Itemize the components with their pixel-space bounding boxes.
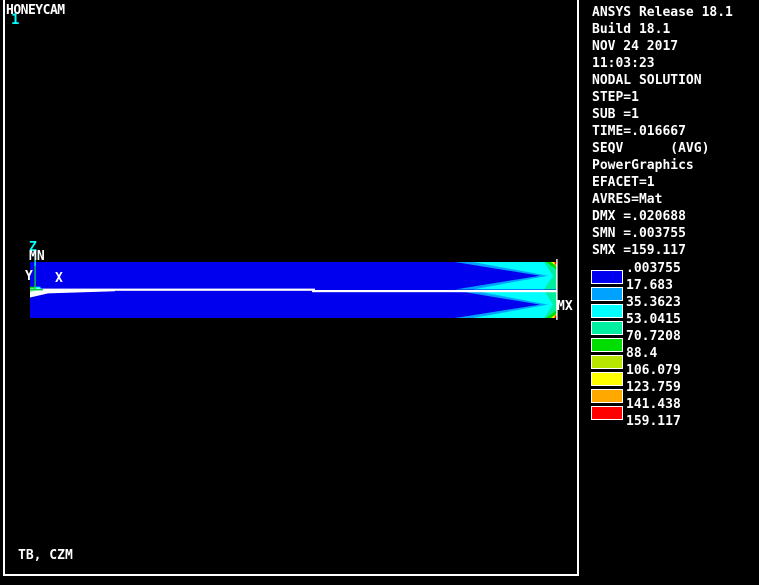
legend-value: 123.759: [626, 380, 681, 395]
legend-swatch: [591, 287, 623, 301]
legend-swatch: [591, 406, 623, 420]
legend-value: 70.7208: [626, 329, 681, 344]
legend-value: 53.0415: [626, 312, 681, 327]
info-line: NOV 24 2017: [592, 39, 679, 54]
info-line: ANSYS Release 18.1: [592, 5, 733, 20]
legend-value: 141.438: [626, 397, 681, 412]
info-line: Build 18.1: [592, 22, 671, 37]
info-line: TIME=.016667: [592, 124, 686, 139]
info-line: SMN =.003755: [592, 226, 686, 241]
info-line: EFACET=1: [592, 175, 655, 190]
legend-value: 106.079: [626, 363, 681, 378]
legend-value: 88.4: [626, 346, 658, 361]
legend-swatch: [591, 304, 623, 318]
legend-swatch: [591, 355, 623, 369]
max-result-marker: MX: [557, 299, 573, 314]
legend-swatch: [591, 372, 623, 386]
info-line: STEP=1: [592, 90, 639, 105]
min-result-marker: MN: [29, 249, 45, 264]
info-line: NODAL SOLUTION: [592, 73, 702, 88]
solution-info-panel: ANSYS Release 18.1 Build 18.1 NOV 24 2017 1…: [592, 4, 733, 259]
info-line: AVRES=Mat: [592, 192, 663, 207]
plot-number: 1: [11, 12, 20, 28]
triad-x-label: X: [55, 271, 63, 286]
info-line: SUB =1: [592, 107, 639, 122]
triad-y-label: Y: [25, 269, 33, 284]
legend-swatch: [591, 389, 623, 403]
info-line: PowerGraphics: [592, 158, 694, 173]
legend-swatch: [591, 321, 623, 335]
legend-value: .003755: [626, 261, 681, 276]
info-line: DMX =.020688: [592, 209, 686, 224]
legend-value: 17.683: [626, 278, 673, 293]
info-line: SEQV (AVG): [592, 141, 710, 156]
plot-title: TB, CZM: [18, 548, 73, 563]
legend-value: 35.3623: [626, 295, 681, 310]
legend-value: 159.117: [626, 414, 681, 429]
ansys-graphics-window: { "watermark": "HONEYCAM", "plot_number"…: [0, 0, 759, 585]
info-line: SMX =159.117: [592, 243, 686, 258]
legend-swatch: [591, 270, 623, 284]
legend-swatch: [591, 338, 623, 352]
info-line: 11:03:23: [592, 56, 655, 71]
